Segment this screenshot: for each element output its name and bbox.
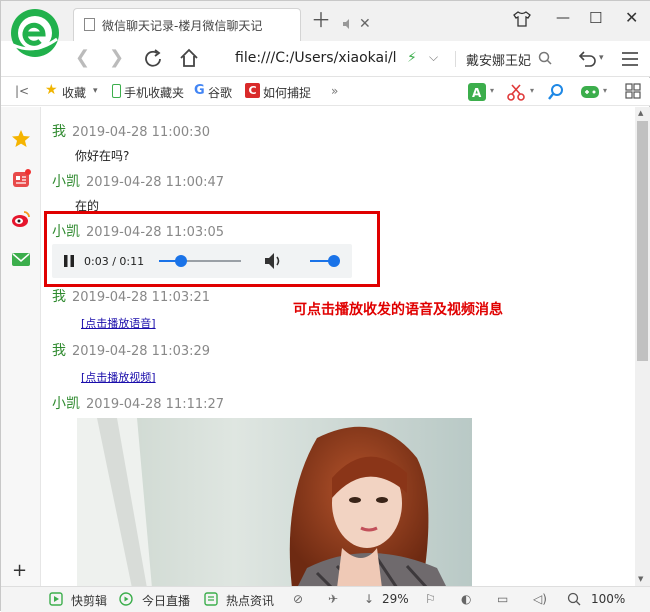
search-icon[interactable] <box>538 51 553 66</box>
shirt-icon[interactable] <box>513 11 531 27</box>
lightning-icon[interactable]: ⚡ <box>407 50 417 66</box>
home-icon[interactable] <box>178 47 200 69</box>
message-time: 2019-04-28 11:03:21 <box>72 290 211 305</box>
message-header: 小凯 2019-04-28 11:11:27 <box>52 393 224 413</box>
status-bar: 快剪辑 今日直播 热点资讯 ⊘ ✈ ↓ 29% ⚐ ◐ ▭ ◁) 100% <box>1 586 650 612</box>
message-header: 小凯 2019-04-28 11:00:47 <box>52 171 224 191</box>
refresh-icon[interactable] <box>142 48 164 70</box>
annotation-text: 可点击播放收发的语音及视频消息 <box>293 302 503 318</box>
forward-icon[interactable]: ❯ <box>109 48 124 68</box>
message-time: 2019-04-28 11:00:47 <box>86 175 225 190</box>
highlight-box <box>44 211 380 287</box>
left-sidebar: + <box>1 107 41 586</box>
back-icon[interactable]: ❮ <box>75 48 90 68</box>
play-voice-link[interactable]: [点击播放语音] <box>81 315 156 331</box>
document-icon <box>84 18 95 31</box>
weibo-icon[interactable] <box>11 209 31 229</box>
phone-icon <box>112 84 121 98</box>
divider <box>455 51 456 67</box>
translate-icon[interactable]: A <box>467 82 487 102</box>
favorites-star-icon[interactable] <box>11 129 31 149</box>
message-text: 你好在吗? <box>75 149 130 163</box>
tab-title: 微信聊天记录-楼月微信聊天记 <box>102 19 263 33</box>
apps-grid-icon[interactable] <box>625 83 641 99</box>
speed-icon[interactable]: ⊘ <box>293 592 303 606</box>
sender-name: 小凯 <box>52 396 80 412</box>
message-header: 我 2019-04-28 11:03:21 <box>52 286 210 306</box>
chat-record-page: 我 2019-04-28 11:00:30 你好在吗? 小凯 2019-04-28 … <box>42 107 635 586</box>
star-icon: ★ <box>45 82 58 98</box>
sender-name: 小凯 <box>52 174 80 190</box>
chat-photo[interactable] <box>77 418 472 586</box>
address-bar[interactable]: file:///C:/Users/xiaokai/l <box>235 50 403 66</box>
scrollbar-thumb[interactable] <box>637 121 648 361</box>
more-bookmarks-icon[interactable]: » <box>331 84 338 98</box>
minimize-button[interactable]: — <box>556 10 570 26</box>
status-item-live[interactable]: 今日直播 <box>142 592 190 609</box>
close-window-button[interactable]: ✕ <box>625 8 638 27</box>
video-edit-icon[interactable] <box>49 592 63 606</box>
window-icon[interactable]: ▭ <box>497 592 508 606</box>
zoom-icon[interactable] <box>567 592 581 606</box>
browser-logo-icon[interactable] <box>9 7 61 59</box>
sender-name: 我 <box>52 289 66 305</box>
message-header: 我 2019-04-28 11:00:30 <box>52 121 210 141</box>
navigation-bar: ❮ ❯ file:///C:/Users/xiaokai/l ⚡ ⌵ 戴安娜王妃… <box>1 41 650 77</box>
sender-name: 我 <box>52 343 66 359</box>
download-progress: 29% <box>382 592 409 606</box>
theme-icon[interactable]: ◐ <box>461 592 471 606</box>
message-time: 2019-04-28 11:11:27 <box>86 397 225 412</box>
gamepad-dropdown-icon[interactable]: ▾ <box>603 86 607 95</box>
message-time: 2019-04-28 11:03:29 <box>72 344 211 359</box>
message-time: 2019-04-28 11:00:30 <box>72 125 211 140</box>
google-icon: G <box>194 83 205 98</box>
volume-status-icon[interactable]: ◁) <box>533 592 547 606</box>
maximize-button[interactable]: ☐ <box>589 9 602 27</box>
chevron-down-icon: ▾ <box>93 86 98 96</box>
zoom-level[interactable]: 100% <box>591 592 625 606</box>
title-bar: 微信聊天记录-楼月微信聊天记 ✕ ＋ — ☐ ✕ <box>1 1 650 57</box>
status-item-quick-clip[interactable]: 快剪辑 <box>71 592 107 609</box>
news-icon[interactable] <box>11 169 31 189</box>
scissors-dropdown-icon[interactable]: ▾ <box>530 86 534 95</box>
scissors-icon[interactable] <box>507 83 525 101</box>
mail-icon[interactable] <box>11 249 31 269</box>
magnifier-icon[interactable] <box>547 83 565 101</box>
undo-dropdown-icon[interactable]: ▾ <box>599 53 604 63</box>
menu-icon[interactable] <box>621 51 639 67</box>
browser-window: 微信聊天记录-楼月微信聊天记 ✕ ＋ — ☐ ✕ ❮ ❯ file:///C:/… <box>0 0 650 612</box>
live-icon[interactable] <box>119 592 133 606</box>
hot-news-icon[interactable] <box>204 592 218 606</box>
search-box[interactable]: 戴安娜王妃 <box>466 50 536 69</box>
download-icon[interactable]: ↓ <box>364 592 374 606</box>
scroll-up-icon[interactable]: ▲ <box>638 109 643 117</box>
message-header: 我 2019-04-28 11:03:29 <box>52 340 210 360</box>
flag-icon[interactable]: ⚐ <box>425 592 436 606</box>
tab-chat-record[interactable]: 微信聊天记录-楼月微信聊天记 ✕ <box>73 8 371 41</box>
new-tab-button[interactable]: ＋ <box>311 10 331 30</box>
bookmarks-bar: |< ★ 收藏 ▾ 手机收藏夹 G 谷歌 C 如何捕捉 » A ▾ ▾ ▾ <box>1 78 650 106</box>
status-item-hot-news[interactable]: 热点资讯 <box>226 592 274 609</box>
capture-icon: C <box>245 83 260 98</box>
close-tab-icon[interactable]: ✕ <box>359 16 371 32</box>
undo-icon[interactable] <box>578 49 598 67</box>
scroll-down-icon[interactable]: ▼ <box>638 575 643 583</box>
gamepad-icon[interactable] <box>580 84 600 100</box>
collapse-sidebar-icon[interactable]: |< <box>15 84 29 98</box>
vertical-scrollbar[interactable]: ▲ ▼ <box>635 107 650 586</box>
speaker-icon[interactable] <box>342 18 354 30</box>
chevron-down-icon[interactable]: ⌵ <box>429 50 438 65</box>
sender-name: 我 <box>52 124 66 140</box>
play-video-link[interactable]: [点击播放视频] <box>81 369 156 385</box>
svg-text:A: A <box>472 86 482 100</box>
translate-dropdown-icon[interactable]: ▾ <box>490 86 494 95</box>
pin-icon[interactable]: ✈ <box>328 592 338 606</box>
add-sidebar-item-icon[interactable]: + <box>12 562 27 580</box>
